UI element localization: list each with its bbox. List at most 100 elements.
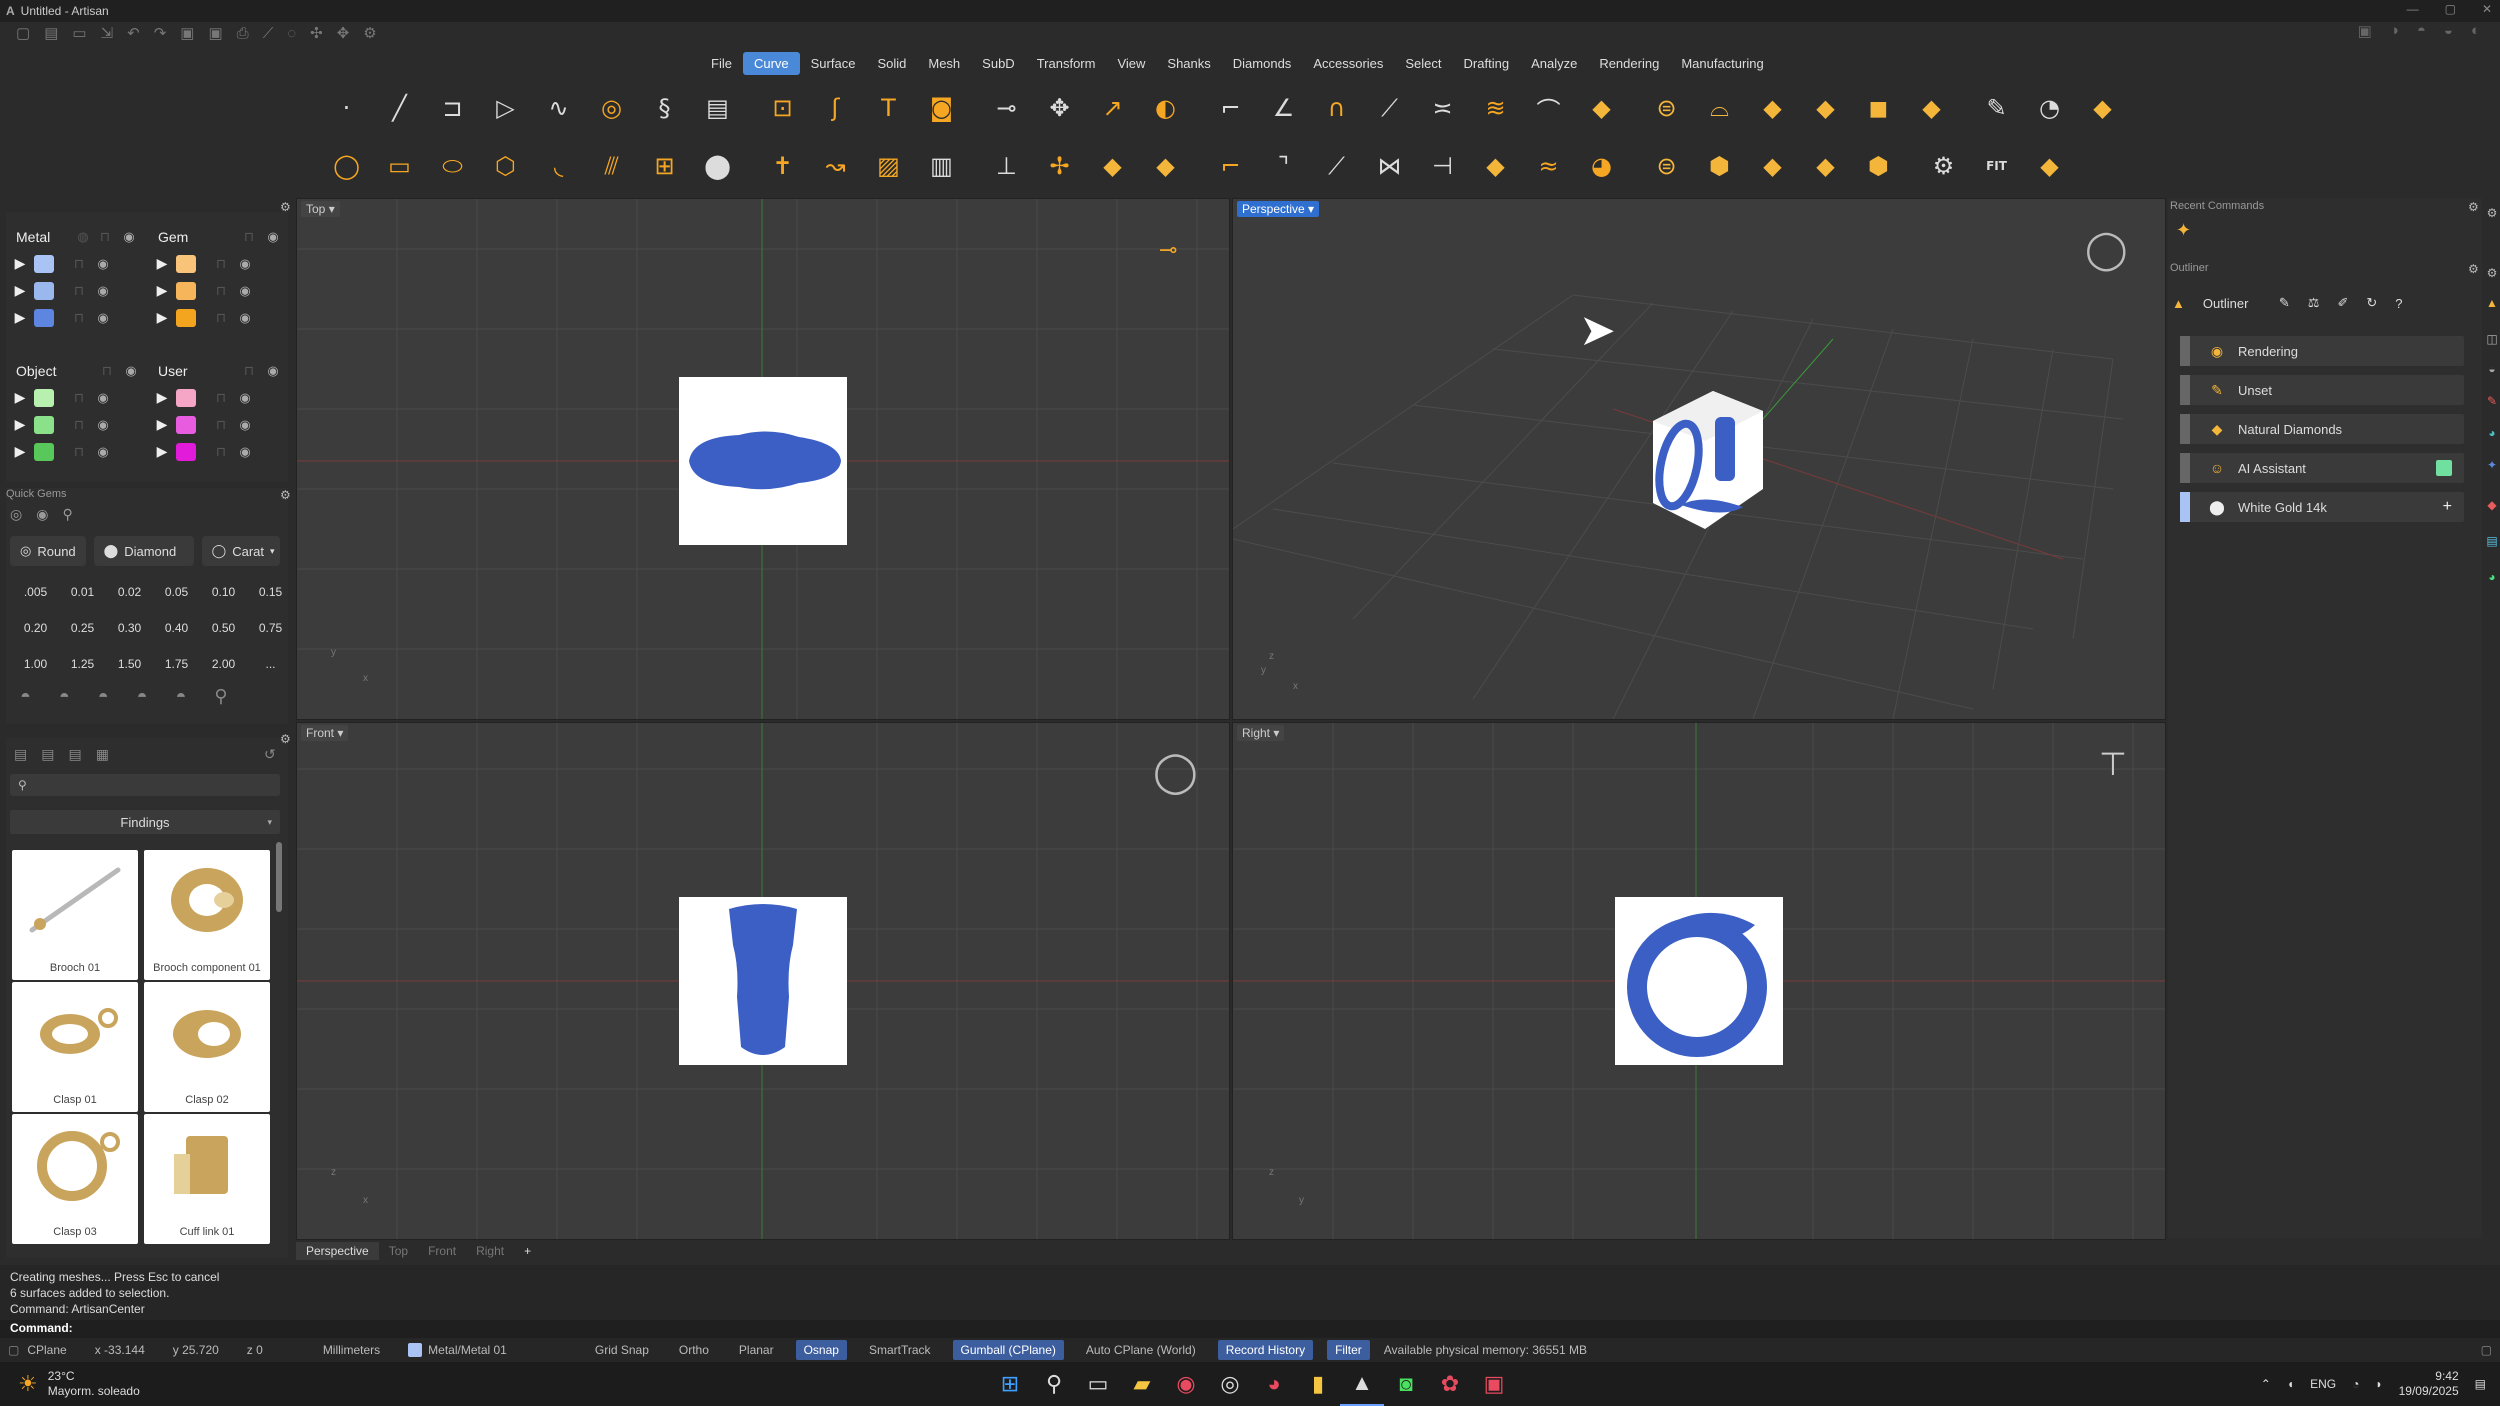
lock-icon[interactable]: ⊓ bbox=[210, 444, 232, 460]
folder-sync-icon[interactable]: ▤ bbox=[68, 746, 81, 763]
menu-select[interactable]: Select bbox=[1394, 52, 1452, 75]
panel-settings-icon[interactable]: ⚙ bbox=[2484, 266, 2500, 280]
artisan-icon[interactable]: ▲ bbox=[2484, 296, 2500, 310]
eye-icon[interactable]: ◉ bbox=[232, 390, 258, 406]
gem-size-button[interactable]: 1.25 bbox=[59, 652, 106, 676]
balance-icon[interactable]: ⚖ bbox=[2308, 295, 2320, 311]
lock-icon[interactable]: ⊓ bbox=[68, 417, 90, 433]
lock-icon[interactable]: ⊓ bbox=[238, 229, 260, 245]
gem-size-button[interactable]: 0.10 bbox=[200, 580, 247, 604]
mirror-icon[interactable]: ✝ bbox=[756, 142, 809, 190]
add-material-button[interactable]: + bbox=[2443, 498, 2452, 516]
toggle-gumball-cplane[interactable]: Gumball (CPlane) bbox=[952, 1340, 1064, 1360]
gem-size-button[interactable]: 0.02 bbox=[106, 580, 153, 604]
play-icon[interactable]: ▶ bbox=[148, 416, 176, 433]
gem-profile-icon[interactable]: ◓ bbox=[137, 686, 148, 707]
sweep-icon[interactable]: ◆ bbox=[1905, 84, 1958, 132]
viewport-label-right[interactable]: Right ▾ bbox=[1237, 725, 1285, 741]
object-swatch-3[interactable] bbox=[34, 442, 54, 461]
menu-rendering[interactable]: Rendering bbox=[1588, 52, 1670, 75]
panel-settings-icon[interactable]: ⚙ bbox=[2484, 206, 2500, 220]
chrome-icon[interactable]: ◕ bbox=[1252, 1362, 1296, 1406]
solid-box-icon[interactable]: ⬢ bbox=[1852, 142, 1905, 190]
eye-icon[interactable]: ◉ bbox=[90, 310, 116, 326]
menu-solid[interactable]: Solid bbox=[866, 52, 917, 75]
metal-swatch-3[interactable] bbox=[34, 308, 54, 327]
volume-icon[interactable]: ◗ bbox=[2375, 1377, 2382, 1391]
cloud-icon[interactable]: ◓ bbox=[2417, 22, 2426, 40]
eye-icon[interactable]: ◉ bbox=[90, 417, 116, 433]
outliner-row-rendering[interactable]: ◉ Rendering bbox=[2180, 336, 2464, 366]
fillet-curve-icon[interactable]: ⌐ bbox=[1204, 84, 1257, 132]
folder-add-icon[interactable]: ▤ bbox=[41, 746, 54, 763]
circle-icon[interactable]: ◯ bbox=[320, 142, 373, 190]
toggle-planar[interactable]: Planar bbox=[731, 1340, 782, 1360]
close-button[interactable]: ✕ bbox=[2482, 2, 2492, 16]
eye-icon[interactable]: ◉ bbox=[90, 390, 116, 406]
lock-icon[interactable]: ⊓ bbox=[210, 417, 232, 433]
refresh-icon[interactable]: ↻ bbox=[2366, 295, 2377, 311]
lock-icon[interactable]: ⊓ bbox=[68, 444, 90, 460]
finding-brooch-component-01[interactable]: Brooch component 01 bbox=[144, 850, 270, 980]
polyline-icon[interactable]: ⊐ bbox=[426, 84, 479, 132]
gem-pin-icon[interactable]: ⚲ bbox=[214, 686, 227, 707]
maximize-button[interactable]: ▢ bbox=[2445, 2, 2456, 16]
gem-size-button[interactable]: 0.05 bbox=[153, 580, 200, 604]
eye-icon[interactable]: ◉ bbox=[232, 310, 258, 326]
finding-cuff-link-01[interactable]: Cuff link 01 bbox=[144, 1114, 270, 1244]
viewport-label-front[interactable]: Front ▾ bbox=[301, 725, 349, 741]
gem-profile-icon[interactable]: ◓ bbox=[176, 686, 187, 707]
helix-icon[interactable]: § bbox=[638, 84, 691, 132]
app-green-icon[interactable]: ◙ bbox=[1384, 1362, 1428, 1406]
gem-size-button[interactable]: 0.25 bbox=[59, 616, 106, 640]
tab-top[interactable]: Top bbox=[379, 1242, 418, 1260]
menu-drafting[interactable]: Drafting bbox=[1453, 52, 1521, 75]
split-icon[interactable]: ⊸ bbox=[980, 84, 1033, 132]
eye-icon[interactable]: ◉ bbox=[90, 283, 116, 299]
toggle-osnap[interactable]: Osnap bbox=[795, 1340, 847, 1360]
curve-end-icon[interactable]: ⟋ bbox=[1363, 84, 1416, 132]
band-icon[interactable]: ⊜ bbox=[1640, 142, 1693, 190]
import-icon[interactable]: ⇲ bbox=[101, 24, 114, 42]
user-swatch-2[interactable] bbox=[176, 415, 196, 434]
notification-icon[interactable]: ▤ bbox=[2475, 1377, 2486, 1391]
line-icon[interactable]: ╱ bbox=[373, 84, 426, 132]
play-icon[interactable]: ▶ bbox=[6, 282, 34, 299]
viewport-front[interactable]: Front ▾ ◯ z x bbox=[296, 722, 1230, 1240]
user-swatch-3[interactable] bbox=[176, 442, 196, 461]
sphere-icon[interactable]: ⬤ bbox=[691, 142, 744, 190]
color-tool-icon[interactable]: ◕ bbox=[2484, 570, 2500, 584]
help-icon[interactable]: ◑ bbox=[2390, 22, 2399, 40]
mode-dropdown[interactable]: ◯ Carat ▾ bbox=[201, 536, 280, 566]
outliner-settings-icon[interactable]: ⚙ bbox=[2468, 262, 2479, 276]
eyedropper-icon[interactable]: ✎ bbox=[2279, 295, 2290, 311]
chamfer-curve-icon[interactable]: ⌐ bbox=[1204, 142, 1257, 190]
object-swatch-1[interactable] bbox=[34, 388, 54, 407]
offset-icon[interactable]: ◐ bbox=[1139, 84, 1192, 132]
gem-size-button[interactable]: 0.75 bbox=[247, 616, 294, 640]
menu-curve[interactable]: Curve bbox=[742, 51, 800, 75]
play-icon[interactable]: ▶ bbox=[6, 443, 34, 460]
menu-analyze[interactable]: Analyze bbox=[1520, 52, 1588, 75]
lock-icon[interactable]: ⊓ bbox=[68, 283, 90, 299]
outliner-row-ai-assistant[interactable]: ☺ AI Assistant bbox=[2180, 453, 2464, 483]
menu-shanks[interactable]: Shanks bbox=[1156, 52, 1221, 75]
spline-icon[interactable]: ∿ bbox=[532, 84, 585, 132]
curve-from-object-icon[interactable]: ⊡ bbox=[756, 84, 809, 132]
figma-icon[interactable]: ✿ bbox=[1428, 1362, 1472, 1406]
eye-icon[interactable]: ◉ bbox=[232, 444, 258, 460]
finding-brooch-01[interactable]: Brooch 01 bbox=[12, 850, 138, 980]
library-settings-icon[interactable]: ⚙ bbox=[280, 732, 291, 746]
fit-icon[interactable]: FIT bbox=[1970, 142, 2023, 190]
app-icon[interactable]: ◉ bbox=[1164, 1362, 1208, 1406]
gem-tool-icon[interactable]: ⚲ bbox=[62, 506, 72, 523]
gem-swatch-3[interactable] bbox=[176, 308, 196, 327]
outliner-row-white-gold[interactable]: ⬤ White Gold 14k + bbox=[2180, 492, 2464, 522]
toggle-auto-cplane-world[interactable]: Auto CPlane (World) bbox=[1078, 1340, 1204, 1360]
save-as-icon[interactable]: ▣ bbox=[208, 24, 222, 42]
chevron-up-icon[interactable]: ⌃ bbox=[2261, 1377, 2271, 1391]
task-view-icon[interactable]: ▭ bbox=[1076, 1362, 1120, 1406]
lock-icon[interactable]: ⊓ bbox=[68, 310, 90, 326]
offset-curves-icon[interactable]: ≋ bbox=[1469, 84, 1522, 132]
gem-profile-icon[interactable]: ◓ bbox=[98, 686, 109, 707]
